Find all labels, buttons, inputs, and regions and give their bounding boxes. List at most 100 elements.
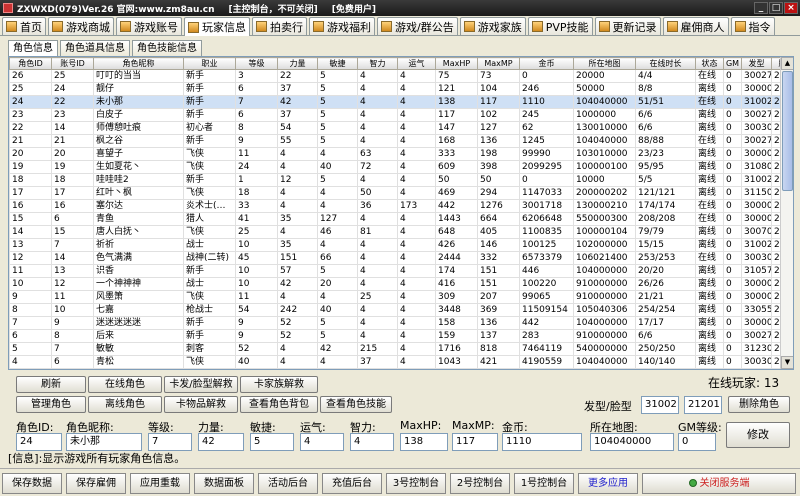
table-row[interactable]: 2524靓仔新手637544121104246500008/8离线0300002…	[9, 82, 793, 96]
delete-character-button[interactable]: 删除角色	[728, 396, 790, 413]
offline-characters-button[interactable]: 离线角色	[88, 396, 162, 413]
level-input[interactable]: 7	[148, 433, 192, 451]
table-row[interactable]: 7 9 迷迷迷迷迷 新手 9 52 5 4 4 158 136 442 104000000 17/17 离线…	[9, 316, 793, 330]
maxhp-input[interactable]: 138	[400, 433, 448, 451]
unstuck-family-button[interactable]: 卡家族解救	[240, 376, 318, 393]
column-header[interactable]: MaxHP	[435, 57, 478, 70]
table-row[interactable]: 6 8 后来 新手 9 52 5 4 4 159 137 283 910000000 6/6 离线 0 3002…	[9, 329, 793, 343]
reload-app-button[interactable]: 应用重载	[130, 473, 190, 494]
strength-input[interactable]: 42	[198, 433, 244, 451]
tab-welfare[interactable]: 游戏福利	[309, 17, 375, 35]
column-header[interactable]: 运气	[397, 57, 436, 70]
event-backend-button[interactable]: 活动后台	[258, 473, 318, 494]
column-header[interactable]: GM	[723, 57, 742, 70]
console-2-button[interactable]: 2号控制台	[450, 473, 510, 494]
tab-merchants[interactable]: 雇佣商人	[662, 17, 729, 35]
table-row[interactable]: 9 11 风墨箫 飞侠 11 4 4 25 4 309 207 99065 910000000 21/21…	[9, 290, 793, 304]
face-input[interactable]: 21201	[684, 396, 722, 414]
table-cell: 20	[317, 277, 358, 291]
table-row[interactable]: 15 6 青鱼 猎人 41 35 127 4 4 1443 664 6206648 550000300 2…	[9, 212, 793, 226]
scroll-up-icon[interactable]: ▲	[781, 57, 793, 70]
dexterity-input[interactable]: 5	[250, 433, 294, 451]
save-data-button[interactable]: 保存数据	[2, 473, 62, 494]
table-row[interactable]: 1818哇哇哇2新手11254450500100005/5离线031002210…	[9, 173, 793, 187]
table-row[interactable]: 19 19 生如夏花丶 飞侠 24 4 40 72 4 609 398 2099295 10000010…	[9, 160, 793, 174]
tab-accounts[interactable]: 游戏账号	[116, 17, 182, 35]
table-cell: 104040000	[573, 355, 636, 369]
view-skills-button[interactable]: 查看角色技能	[320, 396, 392, 413]
table-row[interactable]: 11 13 识香 新手 10 57 5 4 4 174 151 446 104000000 20/20 离线…	[9, 264, 793, 278]
table-scrollbar[interactable]: ▲ ▼	[780, 57, 793, 369]
luck-input[interactable]: 4	[300, 433, 344, 451]
tab-announcements[interactable]: 游戏/群公告	[377, 17, 458, 35]
gm-level-input[interactable]: 0	[678, 433, 716, 451]
recharge-backend-button[interactable]: 充值后台	[322, 473, 382, 494]
table-row[interactable]: 24 22 未小那 新手 7 42 5 4 4 138 117 1110 104040000 51/51 在…	[9, 95, 793, 109]
column-header[interactable]: 在线时长	[635, 57, 696, 70]
table-row[interactable]: 10 12 一个神神神 战士 10 42 20 4 4 416 151 100220 910000000…	[9, 277, 793, 291]
column-header[interactable]: 角色ID	[9, 57, 52, 70]
maxmp-input[interactable]: 117	[452, 433, 498, 451]
column-header[interactable]: MaxMP	[477, 57, 520, 70]
tab-shop[interactable]: 游戏商城	[48, 17, 114, 35]
more-apps-button[interactable]: 更多应用	[578, 473, 638, 494]
intelligence-input[interactable]: 4	[350, 433, 394, 451]
tab-commands[interactable]: 指令	[730, 17, 775, 35]
tab-changelog[interactable]: 更新记录	[594, 17, 661, 35]
manage-character-button[interactable]: 管理角色	[16, 396, 86, 413]
gold-input[interactable]: 1110	[502, 433, 582, 451]
tab-player-info[interactable]: 玩家信息	[184, 17, 250, 36]
tab-home[interactable]: 首页	[2, 17, 46, 35]
tab-pvp-skills[interactable]: PVP技能	[527, 17, 593, 35]
table-row[interactable]: 2625叮叮的当当新手32254475730200004/4在线03002720…	[9, 69, 793, 83]
column-header[interactable]: 发型	[741, 57, 772, 70]
table-row[interactable]: 13 7 祈祈 战士 10 35 4 4 4 426 146 100125 102000000 15/15…	[9, 238, 793, 252]
refresh-button[interactable]: 刷新	[16, 376, 86, 393]
tab-families[interactable]: 游戏家族	[459, 17, 526, 35]
view-inventory-button[interactable]: 查看角色背包	[240, 396, 318, 413]
column-header[interactable]: 敏捷	[317, 57, 358, 70]
modify-button[interactable]: 修改	[726, 422, 790, 448]
column-header[interactable]: 所在地图	[573, 57, 636, 70]
unstuck-hair-face-button[interactable]: 卡发/脸型解救	[164, 376, 238, 393]
char-id-input[interactable]: 24	[16, 433, 62, 451]
scroll-thumb[interactable]	[782, 71, 793, 191]
subtab-character-items[interactable]: 角色道具信息	[60, 40, 130, 56]
column-header[interactable]: 账号ID	[51, 57, 94, 70]
subtab-character-info[interactable]: 角色信息	[8, 40, 58, 57]
close-server-button[interactable]: 关闭服务端	[642, 473, 796, 494]
table-row[interactable]: 17 17 红叶丶枫 飞侠 18 4 4 50 4 469 294 1147033 200000202 1…	[9, 186, 793, 200]
column-header[interactable]: 力量	[277, 57, 318, 70]
nickname-input[interactable]: 未小那	[66, 433, 142, 451]
minimize-button[interactable]: _	[754, 2, 768, 14]
maximize-button[interactable]: □	[769, 2, 783, 14]
column-header[interactable]: 等级	[235, 57, 278, 70]
online-characters-button[interactable]: 在线角色	[88, 376, 162, 393]
table-row[interactable]: 14 15 唐人白抚丶 飞侠 25 4 46 81 4 648 405 1100835 10000010…	[9, 225, 793, 239]
table-row[interactable]: 5 7 敏敏 刺客 52 4 42 215 4 1716 818 7464119 540000000 25…	[9, 342, 793, 356]
column-header[interactable]: 状态	[695, 57, 724, 70]
column-header[interactable]: 职业	[183, 57, 236, 70]
close-button[interactable]: ×	[784, 2, 798, 14]
table-row[interactable]: 20 20 喜望子 飞侠 11 4 4 63 4 333 198 99990 103010000 23/2…	[9, 147, 793, 161]
table-row[interactable]: 21 21 枫之谷 新手 9 55 5 4 4 168 136 1245 104040000 88/88 在…	[9, 134, 793, 148]
table-row[interactable]: 8 10 七嘉 枪战士 54 242 40 4 4 3448 369 11509154 10504030…	[9, 303, 793, 317]
table-row[interactable]: 4 6 青松 飞侠 40 4 4 37 4 1043 421 4190559 104040000 140/…	[9, 355, 793, 369]
unstuck-items-button[interactable]: 卡物品解救	[164, 396, 238, 413]
console-3-button[interactable]: 3号控制台	[386, 473, 446, 494]
map-input[interactable]: 104040000	[590, 433, 674, 451]
table-row[interactable]: 16 16 塞尔达 炎术士(… 33 4 4 36 173 442 1276 3001718 13000…	[9, 199, 793, 213]
data-panel-button[interactable]: 数据面板	[194, 473, 254, 494]
hair-input[interactable]: 31002	[641, 396, 679, 414]
table-row[interactable]: 22 14 师傅憩吐痕 初心者 8 54 5 4 4 147 127 62 130010000 6/6 离线…	[9, 121, 793, 135]
subtab-character-skills[interactable]: 角色技能信息	[132, 40, 202, 56]
column-header[interactable]: 智力	[357, 57, 398, 70]
tab-auction[interactable]: 拍卖行	[252, 17, 307, 35]
column-header[interactable]: 角色昵称	[93, 57, 184, 70]
console-1-button[interactable]: 1号控制台	[514, 473, 574, 494]
table-row[interactable]: 23 23 白皮子 新手 6 37 5 4 4 117 102 245 1000000 6/6 离线 0 300…	[9, 108, 793, 122]
save-hire-button[interactable]: 保存雇佣	[66, 473, 126, 494]
column-header[interactable]: 金币	[519, 57, 574, 70]
table-row[interactable]: 12 14 色气满满 战神(二转) 45 151 66 4 4 2444 332 6573379 106…	[9, 251, 793, 265]
scroll-down-icon[interactable]: ▼	[781, 356, 793, 369]
